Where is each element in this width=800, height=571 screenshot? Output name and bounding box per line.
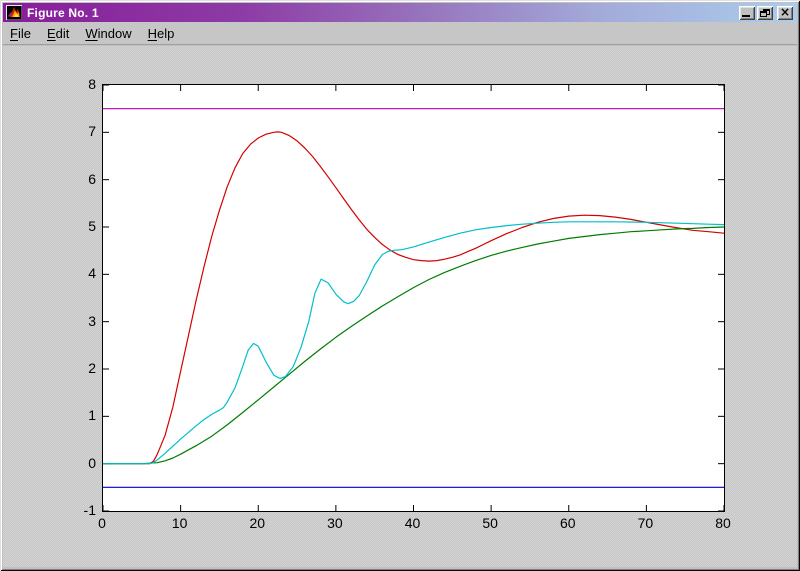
matlab-icon [6, 5, 22, 20]
titlebar[interactable]: Figure No. 1 × [3, 3, 797, 22]
plot-area [102, 84, 725, 512]
menu-file[interactable]: File [10, 26, 31, 41]
close-icon: × [779, 4, 791, 19]
y-tick-label: 8 [88, 76, 96, 92]
y-tick-label: 2 [88, 360, 96, 376]
y-tick-label: 4 [88, 265, 96, 282]
x-tick-label: 20 [249, 515, 266, 531]
y-tick-label: -1 [83, 502, 96, 518]
minimize-button[interactable] [739, 5, 755, 20]
y-tick-label: 6 [88, 170, 96, 187]
restore-button[interactable] [757, 5, 773, 20]
window-title: Figure No. 1 [27, 5, 99, 20]
x-tick-label: 10 [171, 515, 188, 531]
figure-canvas: 0 10 20 30 40 50 60 70 80 -1 0 1 2 3 4 5 6 7 8 [3, 46, 797, 567]
x-tick-label: 50 [482, 515, 498, 531]
series-cyan-response [103, 221, 724, 465]
y-tick-label: 7 [88, 123, 96, 140]
menu-help[interactable]: Help [148, 26, 175, 41]
close-button[interactable]: × [777, 4, 793, 20]
x-tick-label: 30 [327, 515, 343, 531]
x-tick-label: 60 [559, 515, 576, 531]
series-red-response [103, 131, 724, 465]
menu-window[interactable]: Window [85, 26, 131, 41]
minimize-icon [742, 14, 750, 17]
plot-svg [103, 85, 724, 511]
series-green-response [103, 226, 724, 465]
menu-edit[interactable]: Edit [47, 26, 69, 41]
matlab-logo-graphic [7, 6, 21, 19]
window-controls: × [739, 4, 793, 20]
y-tick-label: 1 [88, 407, 96, 424]
restore-icon [760, 8, 770, 17]
y-tick-label: 5 [88, 218, 96, 234]
y-tick-label: 3 [88, 312, 96, 329]
y-tick-label: 0 [88, 454, 96, 471]
x-tick-label: 80 [715, 515, 731, 531]
x-tick-label: 40 [404, 515, 421, 531]
x-tick-label: 70 [637, 515, 654, 531]
menu-bar: File Edit Window Help [3, 22, 797, 45]
figure-window: Figure No. 1 × File Edit Window Help 0 10… [0, 0, 800, 571]
